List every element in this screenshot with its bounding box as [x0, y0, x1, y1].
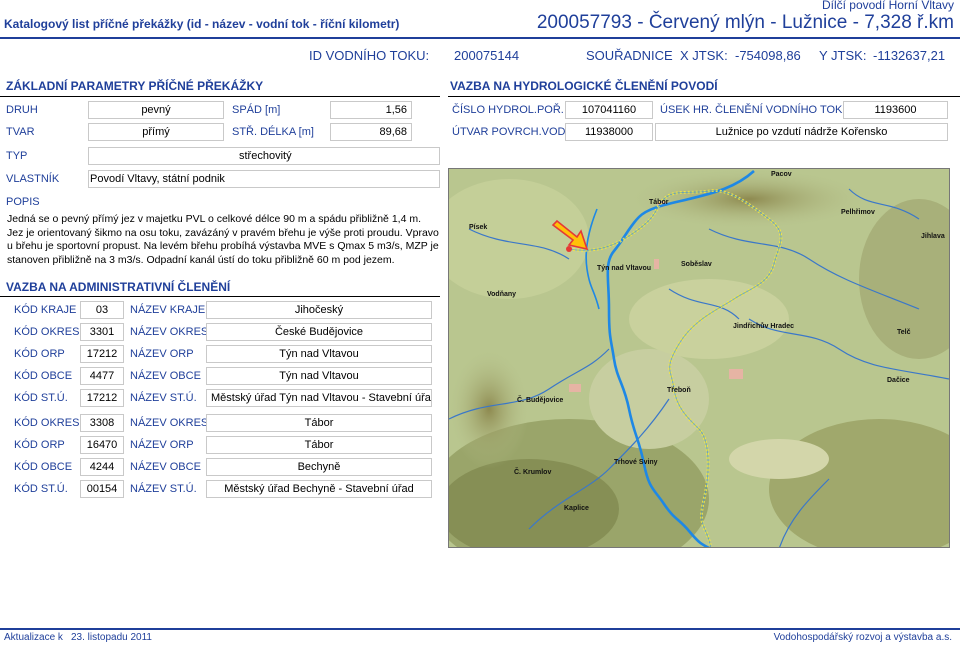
admin-name-label: NÁZEV KRAJE	[130, 304, 206, 316]
update-date: 23. listopadu 2011	[71, 632, 152, 643]
map-town-label: Třeboň	[667, 387, 691, 394]
map-town-label: Vodňany	[487, 291, 517, 298]
admin-code-label: KÓD KRAJE	[14, 304, 77, 316]
vlastnik-value: Povodí Vltavy, státní podnik	[88, 170, 440, 188]
admin-code-label: KÓD ORP	[14, 348, 65, 360]
usek-label: ÚSEK HR. ČLENĚNÍ VODNÍHO TOKU	[660, 104, 851, 116]
usek-value: 1193600	[843, 101, 948, 119]
admin-code-value: 17212	[80, 389, 124, 407]
admin-name-value: České Budějovice	[206, 323, 432, 341]
utvar-label: ÚTVAR POVRCH.VOD	[452, 126, 566, 138]
spad-label: SPÁD [m]	[232, 104, 281, 116]
admin-name-label: NÁZEV ST.Ú.	[130, 483, 197, 495]
admin-name-label: NÁZEV OBCE	[130, 461, 201, 473]
organization: Vodohospodářský rozvoj a výstavba a.s.	[773, 632, 952, 643]
map-town-label: Kaplice	[564, 505, 589, 512]
coords-label: SOUŘADNICE	[586, 48, 673, 63]
admin-name-value: Tábor	[206, 414, 432, 432]
map-graphic	[449, 169, 949, 547]
tvar-label: TVAR	[6, 126, 35, 138]
map-town-label: Písek	[469, 224, 488, 231]
admin-name-label: NÁZEV OKRESU	[130, 417, 217, 429]
map-town-label: Dačice	[887, 377, 910, 384]
y-label: Y JTSK:	[819, 48, 867, 63]
map-town-label: Telč	[897, 329, 911, 336]
utvar-value: 11938000	[565, 123, 653, 141]
typ-label: TYP	[6, 150, 28, 162]
map-town-label: Jihlava	[921, 233, 945, 240]
druh-label: DRUH	[6, 104, 38, 116]
admin-code-label: KÓD OKRESU	[14, 326, 88, 338]
basic-section-title: ZÁKLADNÍ PARAMETRY PŘÍČNÉ PŘEKÁŽKY	[6, 79, 264, 93]
catalog-title: Katalogový list příčné překážky (id - ná…	[4, 17, 400, 31]
admin-code-value: 03	[80, 301, 124, 319]
id-value: 200075144	[454, 48, 520, 63]
header-divider	[0, 37, 960, 39]
admin-name-value: Tábor	[206, 436, 432, 454]
popis-label: POPIS	[6, 196, 40, 208]
admin-code-value: 17212	[80, 345, 124, 363]
admin-name-label: NÁZEV ORP	[130, 348, 194, 360]
admin-code-value: 3301	[80, 323, 124, 341]
region-name: Dílčí povodí Horní Vltavy	[821, 0, 954, 12]
map-town-label: Tábor	[649, 199, 669, 206]
tvar-value: přímý	[88, 123, 224, 141]
map-town-label: Č. Krumlov	[514, 469, 552, 476]
admin-code-label: KÓD OKRESU	[14, 417, 88, 429]
spad-value: 1,56	[330, 101, 412, 119]
admin-name-value: Týn nad Vltavou	[206, 367, 432, 385]
admin-name-value: Městský úřad Týn nad Vltavou - Stavební …	[206, 389, 432, 407]
admin-name-label: NÁZEV OKRESU	[130, 326, 217, 338]
admin-section-title: VAZBA NA ADMINISTRATIVNÍ ČLENĚNÍ	[6, 280, 231, 294]
utvar-name: Lužnice po vzdutí nádrže Kořensko	[655, 123, 948, 141]
vlastnik-label: VLASTNÍK	[6, 173, 60, 185]
admin-code-value: 4244	[80, 458, 124, 476]
map-town-label: Jindřichův Hradec	[733, 323, 795, 330]
admin-code-label: KÓD ORP	[14, 439, 65, 451]
cislo-value: 107041160	[565, 101, 653, 119]
x-label: X JTSK:	[680, 48, 728, 63]
admin-code-value: 16470	[80, 436, 124, 454]
admin-name-label: NÁZEV ST.Ú.	[130, 392, 197, 404]
y-value: -1132637,21	[873, 48, 946, 63]
basic-divider	[0, 96, 440, 97]
cislo-label: ČÍSLO HYDROL.POŘ.	[452, 104, 564, 116]
popis-text: Jedná se o pevný přímý jez v majetku PVL…	[7, 213, 439, 267]
admin-name-value: Městský úřad Bechyně - Stavební úřad	[206, 480, 432, 498]
admin-code-label: KÓD ST.Ú.	[14, 392, 68, 404]
admin-code-value: 3308	[80, 414, 124, 432]
admin-code-label: KÓD ST.Ú.	[14, 483, 68, 495]
map-town-label: Č. Budějovice	[517, 397, 564, 404]
admin-name-value: Bechyně	[206, 458, 432, 476]
id-label: ID VODNÍHO TOKU:	[309, 48, 430, 63]
admin-code-value: 00154	[80, 480, 124, 498]
admin-name-value: Týn nad Vltavou	[206, 345, 432, 363]
typ-value: střechovitý	[88, 147, 440, 165]
admin-divider	[0, 296, 440, 297]
druh-value: pevný	[88, 101, 224, 119]
object-title: 200057793 - Červený mlýn - Lužnice - 7,3…	[536, 12, 954, 33]
update-label: Aktualizace k	[4, 632, 63, 643]
map-town-label: Soběslav	[681, 261, 712, 268]
location-map: Pacov Tábor Pelhřimov Písek Jihlava Týn nad V…	[448, 168, 950, 548]
map-town-label: Pacov	[771, 171, 792, 178]
admin-code-label: KÓD OBCE	[14, 461, 73, 473]
map-town-label: Trhové Sviny	[614, 459, 658, 466]
admin-name-value: Jihočeský	[206, 301, 432, 319]
delka-label: STŘ. DÉLKA [m]	[232, 126, 314, 138]
admin-code-label: KÓD OBCE	[14, 370, 73, 382]
x-value: -754098,86	[735, 48, 801, 63]
admin-name-label: NÁZEV ORP	[130, 439, 194, 451]
footer-divider	[0, 628, 960, 630]
hydro-section-title: VAZBA NA HYDROLOGICKÉ ČLENĚNÍ POVODÍ	[450, 79, 718, 93]
admin-name-label: NÁZEV OBCE	[130, 370, 201, 382]
map-town-label: Pelhřimov	[841, 209, 875, 216]
map-town-label: Týn nad Vltavou	[597, 265, 652, 272]
hydro-divider	[448, 96, 960, 97]
admin-code-value: 4477	[80, 367, 124, 385]
delka-value: 89,68	[330, 123, 412, 141]
